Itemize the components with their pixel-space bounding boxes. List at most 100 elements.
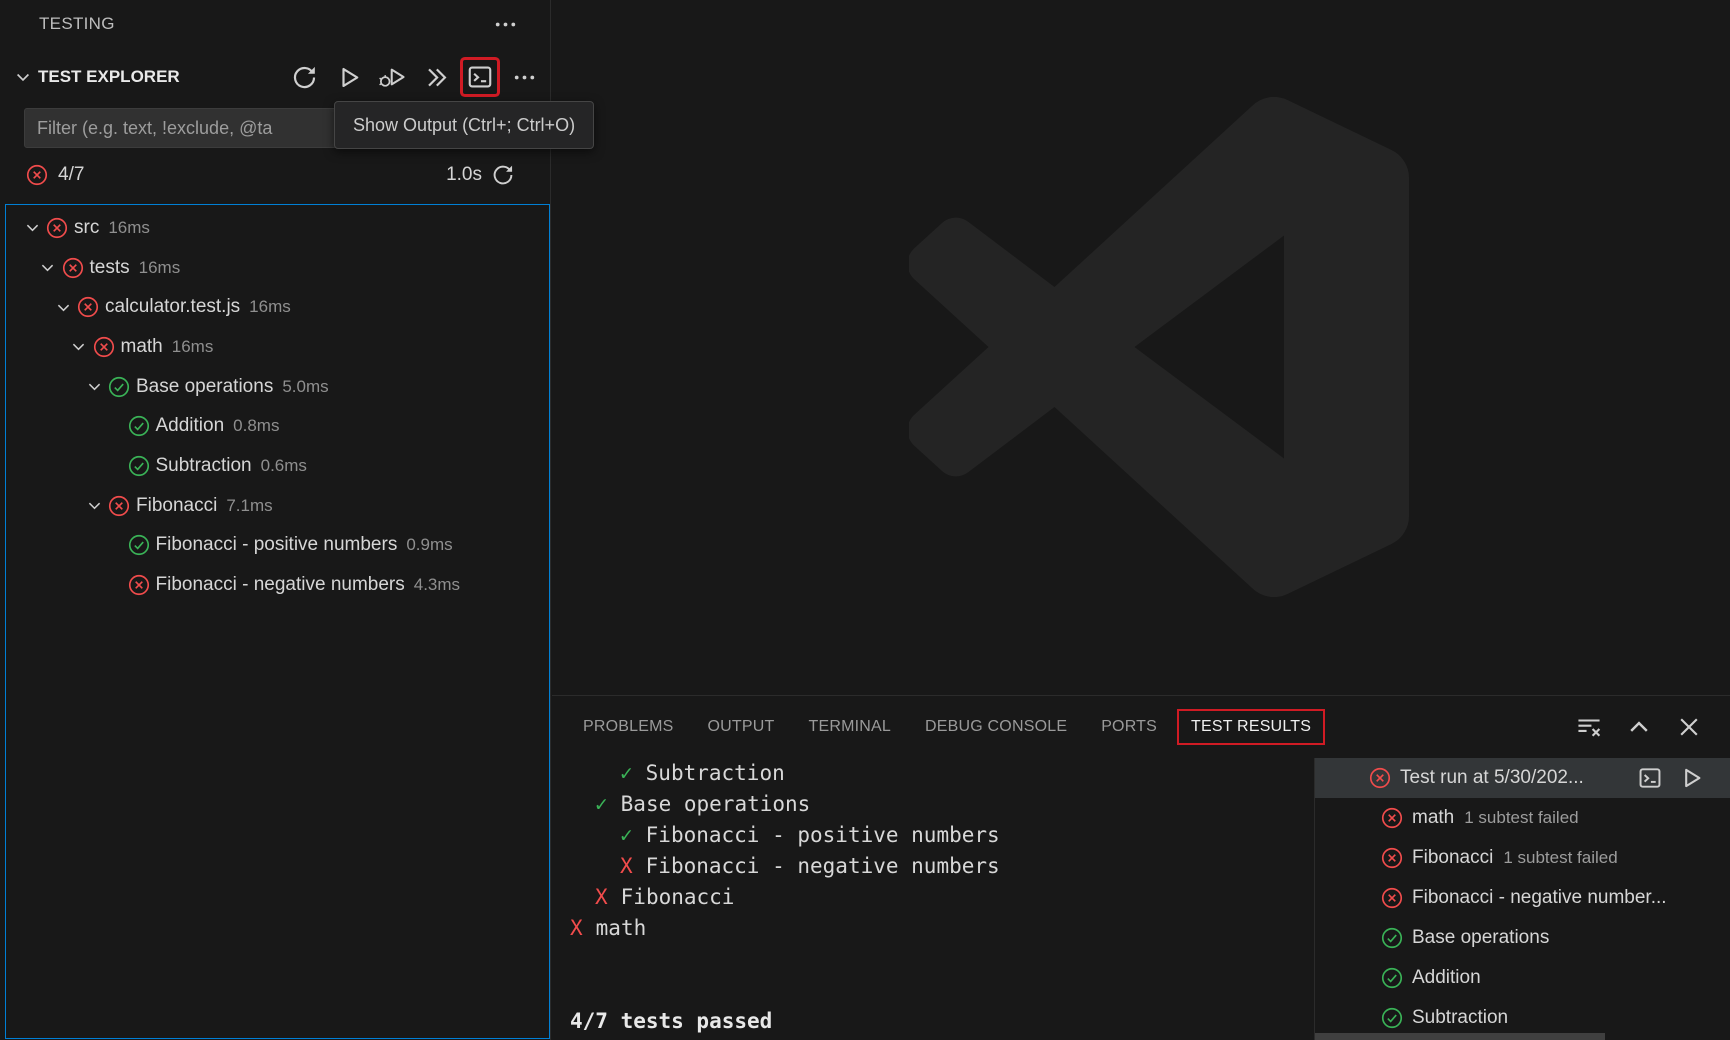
panel-header: PROBLEMSOUTPUTTERMINALDEBUG CONSOLEPORTS… <box>552 696 1730 758</box>
test-label: Addition <box>156 415 225 437</box>
result-detail: 1 subtest failed <box>1503 848 1617 868</box>
test-tree-item-tests[interactable]: tests16ms <box>6 248 549 288</box>
result-label: Fibonacci - negative number... <box>1412 887 1667 909</box>
test-duration: 16ms <box>172 337 214 357</box>
result-row-actions <box>1637 765 1730 791</box>
test-tree-item-calculator-test-js[interactable]: calculator.test.js16ms <box>6 287 549 327</box>
test-output: ✓Subtraction✓Base operations✓Fibonacci -… <box>552 758 1314 1040</box>
result-label: Subtraction <box>1412 1007 1508 1029</box>
test-tree-item-subtraction[interactable]: Subtraction0.6ms <box>6 446 549 486</box>
output-line: X Fibonacci - negative numbers <box>552 851 1314 882</box>
run-with-coverage-icon[interactable] <box>419 60 453 94</box>
chevron-down-icon[interactable] <box>20 219 44 236</box>
test-label: Subtraction <box>156 455 252 477</box>
test-tree-item-fibonacci[interactable]: Fibonacci7.1ms <box>6 486 549 526</box>
panel-actions <box>1572 710 1730 744</box>
panel-tab-ports[interactable]: PORTS <box>1084 709 1174 745</box>
result-row-subtraction[interactable]: Subtraction <box>1315 998 1730 1038</box>
maximize-panel-icon[interactable] <box>1622 710 1656 744</box>
more-actions-icon[interactable] <box>488 7 522 41</box>
fail-icon <box>44 217 70 239</box>
fail-mark: X <box>620 854 633 878</box>
test-duration: 16ms <box>249 297 291 317</box>
test-status-row: 4/7 1.0s <box>0 158 550 192</box>
test-label: Fibonacci - negative numbers <box>156 574 405 596</box>
pass-icon <box>106 376 132 398</box>
chevron-down-icon[interactable] <box>82 497 106 514</box>
test-explorer-actions <box>287 60 550 94</box>
editor-area <box>552 0 1730 695</box>
result-row-fibonacci[interactable]: Fibonacci 1 subtest failed <box>1315 838 1730 878</box>
fail-icon <box>26 164 48 186</box>
panel-tab-terminal[interactable]: TERMINAL <box>792 709 909 745</box>
output-line: ✓Base operations <box>552 789 1314 820</box>
output-line: ✓Fibonacci - positive numbers <box>552 820 1314 851</box>
pass-mark: ✓ <box>595 792 608 816</box>
result-row-fibonacci-negative-number[interactable]: Fibonacci - negative number... <box>1315 878 1730 918</box>
fail-icon <box>106 495 132 517</box>
test-label: math <box>121 336 163 358</box>
test-duration: 5.0ms <box>282 377 328 397</box>
debug-all-tests-icon[interactable] <box>375 60 409 94</box>
test-tree-item-fibonacci-negative-numbers[interactable]: Fibonacci - negative numbers4.3ms <box>6 565 549 605</box>
chevron-down-icon[interactable] <box>36 259 60 276</box>
result-row-math[interactable]: math1 subtest failed <box>1315 798 1730 838</box>
show-output-icon[interactable] <box>463 60 497 94</box>
clear-output-icon[interactable] <box>1572 710 1606 744</box>
refresh-icon[interactable] <box>492 164 514 186</box>
fail-mark: X <box>595 885 608 909</box>
chevron-down-icon[interactable] <box>67 338 91 355</box>
test-tree: src16mstests16mscalculator.test.js16msma… <box>5 204 550 1039</box>
panel-tab-test-results[interactable]: TEST RESULTS <box>1177 709 1325 745</box>
panel-tab-output[interactable]: OUTPUT <box>691 709 792 745</box>
horizontal-scrollbar[interactable] <box>1315 1033 1605 1040</box>
test-tree-item-math[interactable]: math 16ms <box>6 327 549 367</box>
close-panel-icon[interactable] <box>1672 710 1706 744</box>
vscode-logo-watermark <box>909 97 1409 597</box>
result-row-base-operations[interactable]: Base operations <box>1315 918 1730 958</box>
output-line: XFibonacci <box>552 882 1314 913</box>
result-label: Base operations <box>1412 927 1549 949</box>
pass-icon <box>1381 967 1403 989</box>
test-explorer-header[interactable]: TEST EXPLORER <box>0 52 550 102</box>
fail-mark: X <box>570 916 583 940</box>
fail-icon <box>75 296 101 318</box>
result-row-addition[interactable]: Addition <box>1315 958 1730 998</box>
chevron-down-icon[interactable] <box>12 68 34 86</box>
output-line: Xmath <box>552 913 1314 944</box>
pass-icon <box>126 534 152 556</box>
test-label: Base operations <box>136 376 273 398</box>
testing-sidebar: TESTING TEST EXPLORER <box>0 0 551 1040</box>
pass-icon <box>1381 1007 1403 1029</box>
test-tree-item-fibonacci-positive-numbers[interactable]: Fibonacci - positive numbers0.9ms <box>6 526 549 566</box>
fail-icon <box>126 574 152 596</box>
test-label: tests <box>90 257 130 279</box>
section-title: TEST EXPLORER <box>38 67 180 87</box>
test-tree-item-base-operations[interactable]: Base operations 5.0ms <box>6 367 549 407</box>
result-row-test-run-at-5-30-202[interactable]: Test run at 5/30/202... <box>1315 758 1730 798</box>
test-duration: 16ms <box>108 218 150 238</box>
chevron-down-icon[interactable] <box>51 299 75 316</box>
result-label: Fibonacci <box>1412 847 1493 869</box>
test-tree-item-addition[interactable]: Addition 0.8ms <box>6 406 549 446</box>
chevron-down-icon[interactable] <box>82 378 106 395</box>
test-duration: 0.8ms <box>233 416 279 436</box>
result-label: math <box>1412 807 1454 829</box>
pass-icon <box>126 455 152 477</box>
rerun-icon[interactable] <box>1678 765 1704 791</box>
test-tree-item-src[interactable]: src16ms <box>6 208 549 248</box>
output-text: Fibonacci - negative numbers <box>646 854 1000 878</box>
fail-icon <box>91 336 117 358</box>
result-label: Addition <box>1412 967 1481 989</box>
output-text: Subtraction <box>646 761 785 785</box>
pass-mark: ✓ <box>620 823 633 847</box>
refresh-tests-icon[interactable] <box>287 60 321 94</box>
show-output-icon[interactable] <box>1637 765 1663 791</box>
more-actions-icon[interactable] <box>507 60 541 94</box>
panel-tab-problems[interactable]: PROBLEMS <box>566 709 691 745</box>
tests-failed-count: 4/7 <box>58 164 84 186</box>
panel-tab-debug-console[interactable]: DEBUG CONSOLE <box>908 709 1084 745</box>
fail-icon <box>60 257 86 279</box>
test-duration: 0.9ms <box>406 535 452 555</box>
run-all-tests-icon[interactable] <box>331 60 365 94</box>
